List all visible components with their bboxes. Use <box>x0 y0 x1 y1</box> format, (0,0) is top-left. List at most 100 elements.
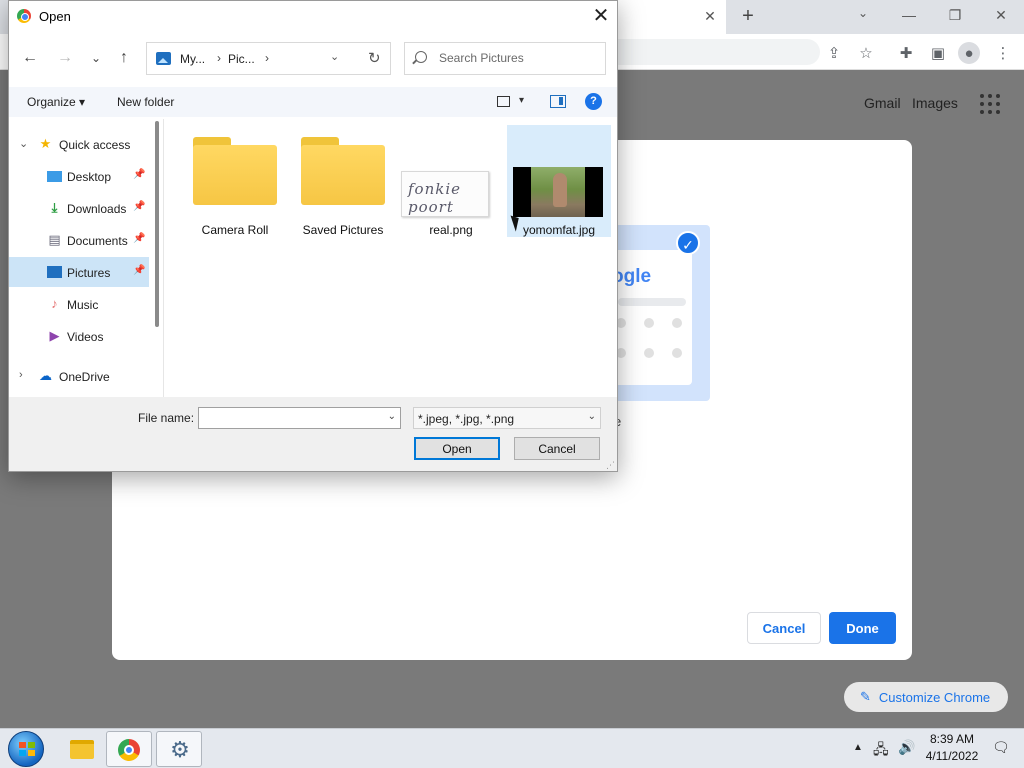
breadcrumb-my[interactable]: My... <box>180 52 205 66</box>
nav-item-desktop[interactable]: Desktop 📌 <box>9 161 149 191</box>
tab-close-icon[interactable]: ✕ <box>700 6 720 26</box>
customize-cancel-button[interactable]: Cancel <box>747 612 821 644</box>
file-item-camera-roll[interactable]: Camera Roll <box>183 125 287 237</box>
nav-item-documents[interactable]: ▤ Documents 📌 <box>9 225 149 255</box>
windows-logo-icon <box>19 742 35 756</box>
nav-item-label: Quick access <box>59 138 131 152</box>
dialog-title: Open <box>39 9 71 24</box>
file-item-real-png[interactable]: fonkie poort real.png <box>399 125 503 237</box>
dialog-titlebar[interactable]: Open ✕ <box>9 1 617 31</box>
gear-icon: ⚙ <box>170 737 190 762</box>
file-item-saved-pictures[interactable]: Saved Pictures <box>291 125 395 237</box>
taskbar-settings[interactable]: ⚙ <box>156 731 202 767</box>
new-folder-button[interactable]: New folder <box>117 95 174 109</box>
nav-scrollbar[interactable] <box>155 121 159 327</box>
nav-item-label: Videos <box>67 330 104 344</box>
volume-icon[interactable]: 🔊 <box>898 739 915 756</box>
profile-avatar-icon[interactable]: ● <box>958 42 980 64</box>
organize-button[interactable]: Organize ▾ <box>27 95 85 109</box>
bookmark-star-icon[interactable]: ☆ <box>855 42 877 64</box>
nav-item-music[interactable]: ♪ Music <box>9 289 149 319</box>
tab-search-icon[interactable]: ⌄ <box>852 6 874 26</box>
forward-button[interactable]: → <box>54 47 76 69</box>
pictures-icon <box>156 52 171 65</box>
taskbar-chrome[interactable] <box>106 731 152 767</box>
breadcrumb-separator[interactable]: › <box>265 51 269 65</box>
chevron-right-icon[interactable]: › <box>19 369 23 381</box>
view-icon[interactable] <box>497 96 510 107</box>
restore-button[interactable]: ❐ <box>940 4 970 26</box>
chrome-menu-icon[interactable]: ⋮ <box>992 42 1014 64</box>
pin-icon[interactable]: 📌 <box>133 201 145 212</box>
gmail-link[interactable]: Gmail <box>864 95 901 111</box>
file-item-yomomfat-jpg[interactable]: yomomfat.jpg <box>507 125 611 237</box>
nav-item-pictures[interactable]: Pictures 📌 <box>9 257 149 287</box>
minimize-button[interactable]: — <box>894 4 924 26</box>
breadcrumb-separator[interactable]: › <box>217 51 221 65</box>
file-label: Saved Pictures <box>302 223 384 237</box>
pictures-icon <box>47 266 62 278</box>
dialog-close-button[interactable]: ✕ <box>587 3 615 29</box>
address-dropdown-icon[interactable]: ⌄ <box>330 50 339 63</box>
window-close-button[interactable]: ✕ <box>986 4 1016 26</box>
clock-date[interactable]: 4/11/2022 <box>922 749 982 763</box>
help-icon[interactable]: ? <box>585 93 602 110</box>
file-name-input[interactable] <box>203 411 379 425</box>
search-input[interactable] <box>439 51 599 65</box>
open-button[interactable]: Open <box>414 437 500 460</box>
nav-item-label: Music <box>67 298 99 312</box>
thumbnail-text: fonkie poort <box>408 180 462 216</box>
navigation-pane: ⌄ ★ Quick access Desktop 📌 ⤓ Downloads 📌… <box>9 119 157 397</box>
image-thumbnail: fonkie poort <box>401 171 489 217</box>
taskbar-file-explorer[interactable] <box>58 731 104 767</box>
show-hidden-icons-button[interactable]: ▲ <box>853 742 863 753</box>
images-link[interactable]: Images <box>912 95 958 111</box>
address-bar[interactable]: My... › Pic... › ⌄ ↻ <box>146 42 391 75</box>
back-button[interactable]: ← <box>19 47 41 69</box>
file-name-combo[interactable]: ⌄ <box>198 407 401 429</box>
customize-chrome-button[interactable]: ✎ Customize Chrome <box>844 682 1008 712</box>
start-button[interactable] <box>8 731 44 767</box>
up-button[interactable]: ↑ <box>113 47 135 69</box>
pane-splitter[interactable] <box>163 119 164 397</box>
preview-search-bar <box>618 298 686 306</box>
google-apps-icon[interactable] <box>980 94 1000 114</box>
chevron-down-icon[interactable]: ⌄ <box>19 137 28 150</box>
breadcrumb-pictures[interactable]: Pic... <box>228 52 255 66</box>
view-dropdown-icon[interactable]: ▾ <box>519 95 524 106</box>
side-panel-icon[interactable]: ▣ <box>927 42 949 64</box>
open-file-dialog: Open ✕ ← → ⌄ ↑ My... › Pic... › ⌄ ↻ Orga… <box>8 0 618 472</box>
nav-item-videos[interactable]: ▶ Videos <box>9 321 149 351</box>
search-box[interactable] <box>404 42 606 75</box>
resize-grip-icon[interactable]: ⋰ <box>606 460 615 471</box>
chevron-down-icon[interactable]: ⌄ <box>588 411 596 422</box>
new-tab-button[interactable]: + <box>736 5 760 29</box>
file-label: real.png <box>429 223 473 237</box>
share-icon[interactable]: ⇪ <box>823 42 845 64</box>
folder-icon <box>193 137 277 205</box>
refresh-icon[interactable]: ↻ <box>368 49 381 67</box>
customize-done-button[interactable]: Done <box>829 612 896 644</box>
music-icon: ♪ <box>51 296 58 311</box>
pin-icon[interactable]: 📌 <box>133 169 145 180</box>
chevron-down-icon[interactable]: ⌄ <box>388 411 396 422</box>
file-type-value: *.jpeg, *.jpg, *.png <box>418 412 515 426</box>
pin-icon[interactable]: 📌 <box>133 265 145 276</box>
notification-icon[interactable]: 🗨 <box>992 739 1010 756</box>
cancel-button[interactable]: Cancel <box>514 437 600 460</box>
folder-icon <box>70 740 94 759</box>
preview-pane-icon[interactable] <box>550 95 566 108</box>
nav-item-label: Documents <box>67 234 128 248</box>
recent-locations-button[interactable]: ⌄ <box>85 47 107 69</box>
pin-icon[interactable]: 📌 <box>133 233 145 244</box>
file-name-label: File name: <box>138 411 195 425</box>
file-type-select[interactable]: *.jpeg, *.jpg, *.png ⌄ <box>413 407 601 429</box>
nav-item-quick-access[interactable]: ⌄ ★ Quick access <box>9 129 149 159</box>
pencil-icon: ✎ <box>860 689 871 704</box>
extensions-icon[interactable]: ✚ <box>895 42 917 64</box>
nav-item-onedrive[interactable]: › ☁ OneDrive <box>9 361 149 391</box>
network-icon[interactable]: 🖧 <box>873 739 889 763</box>
cloud-icon: ☁ <box>39 368 52 383</box>
clock-time[interactable]: 8:39 AM <box>928 732 976 746</box>
nav-item-downloads[interactable]: ⤓ Downloads 📌 <box>9 193 149 223</box>
